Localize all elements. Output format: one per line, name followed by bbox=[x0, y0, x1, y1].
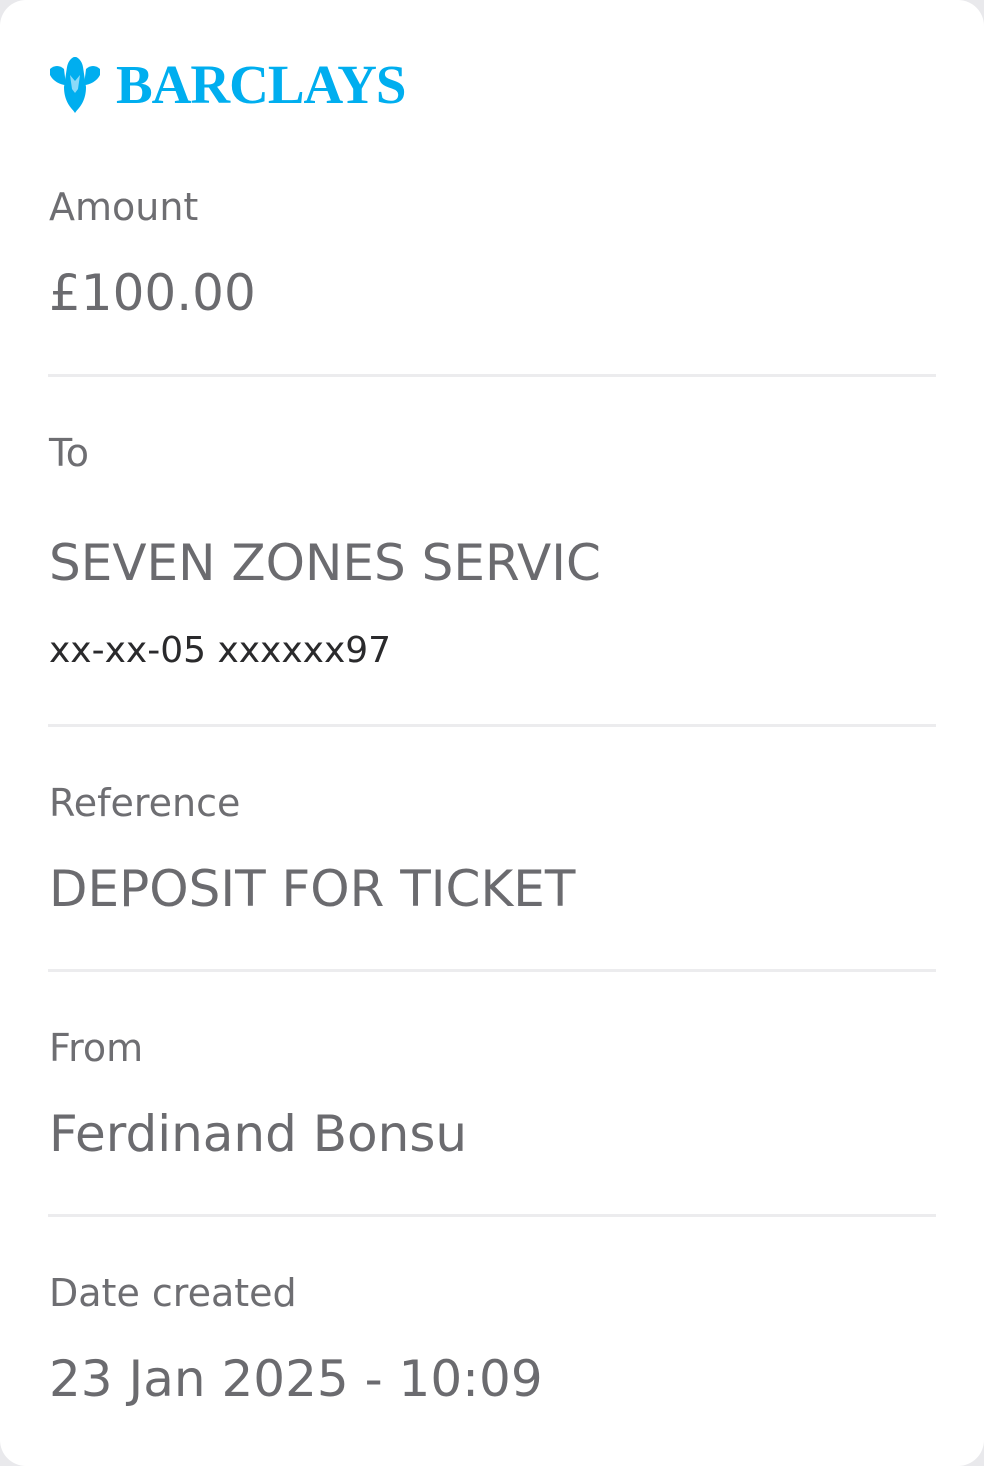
barclays-logo: BARCLAYS bbox=[48, 53, 407, 115]
date-created-value: 23 Jan 2025 - 10:09 bbox=[49, 1350, 543, 1408]
amount-label: Amount bbox=[49, 185, 199, 229]
divider bbox=[48, 1214, 936, 1217]
to-label: To bbox=[49, 431, 90, 475]
from-value: Ferdinand Bonsu bbox=[49, 1105, 468, 1163]
divider bbox=[48, 724, 936, 727]
date-created-label: Date created bbox=[49, 1271, 297, 1315]
brand-name: BARCLAYS bbox=[116, 53, 407, 115]
payment-details-card: BARCLAYS Amount £100.00 To SEVEN ZONES S… bbox=[0, 0, 984, 1466]
reference-label: Reference bbox=[49, 781, 241, 825]
from-label: From bbox=[49, 1026, 144, 1070]
payee-account-number: xx-xx-05 xxxxxx97 bbox=[49, 630, 392, 671]
divider bbox=[48, 969, 936, 972]
reference-value: DEPOSIT FOR TICKET bbox=[49, 860, 576, 918]
divider bbox=[48, 374, 936, 377]
eagle-icon bbox=[50, 57, 100, 113]
payee-name: SEVEN ZONES SERVIC bbox=[49, 534, 601, 592]
amount-value: £100.00 bbox=[49, 264, 256, 322]
